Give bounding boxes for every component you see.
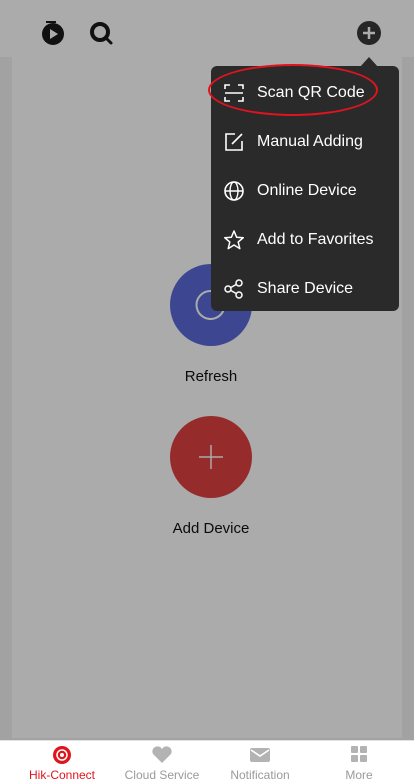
star-icon xyxy=(223,229,245,249)
globe-icon xyxy=(224,180,244,201)
tab-label: Hik-Connect xyxy=(28,768,96,782)
menu-item-online-device[interactable]: Online Device xyxy=(211,166,399,215)
heart-icon xyxy=(152,746,172,763)
tab-more[interactable]: More xyxy=(309,741,409,783)
highlight-annotation xyxy=(208,64,378,116)
tab-label: Notification xyxy=(230,768,290,782)
menu-item-add-to-favorites[interactable]: Add to Favorites xyxy=(211,215,399,264)
menu-item-manual-adding[interactable]: Manual Adding xyxy=(211,117,399,166)
menu-item-label: Share Device xyxy=(257,279,354,297)
tab-label: Cloud Service xyxy=(124,768,200,782)
tab-label: More xyxy=(345,768,373,782)
share-icon xyxy=(224,278,243,299)
grid-icon xyxy=(351,746,367,762)
tab-notification[interactable]: Notification xyxy=(210,741,310,783)
envelope-icon xyxy=(250,748,270,762)
tab-hik-connect[interactable]: Hik-Connect xyxy=(12,741,112,783)
hik-connect-icon xyxy=(53,746,71,764)
tab-bar: Hik-Connect Cloud Service Notification M… xyxy=(0,740,414,783)
menu-item-label: Online Device xyxy=(257,181,357,199)
menu-item-label: Add to Favorites xyxy=(257,230,374,248)
edit-icon xyxy=(225,132,243,151)
menu-item-share-device[interactable]: Share Device xyxy=(211,264,399,313)
tab-cloud-service[interactable]: Cloud Service xyxy=(112,741,212,783)
menu-item-label: Manual Adding xyxy=(257,132,363,150)
